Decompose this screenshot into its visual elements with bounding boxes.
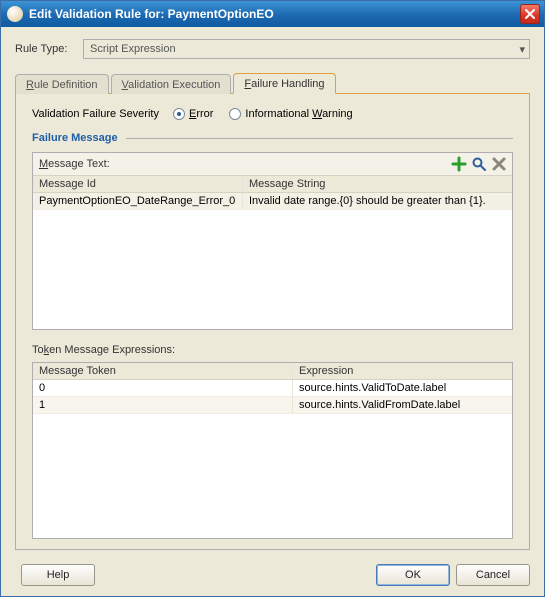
table-row[interactable]: 0 source.hints.ValidToDate.label (33, 380, 512, 397)
cell-message-string: Invalid date range.{0} should be greater… (243, 193, 512, 209)
rule-type-select[interactable]: Script Expression ▾ (83, 39, 530, 59)
tab-body: Validation Failure Severity Error Inform… (15, 93, 530, 550)
button-bar: Help OK Cancel (15, 558, 530, 586)
delete-icon (491, 156, 507, 172)
radio-warning[interactable]: Informational Warning (229, 108, 352, 120)
close-button[interactable] (520, 4, 540, 24)
table-row[interactable]: 1 source.hints.ValidFromDate.label (33, 397, 512, 414)
tabs: Rule Definition Validation Execution Fai… (15, 73, 530, 93)
cell-message-id: PaymentOptionEO_DateRange_Error_0 (33, 193, 243, 209)
message-toolbar: Message Text: (33, 153, 512, 176)
token-table: Message Token Expression 0 source.hints.… (32, 362, 513, 540)
ok-button[interactable]: OK (376, 564, 450, 586)
chevron-down-icon: ▾ (519, 43, 525, 56)
severity-label: Validation Failure Severity (32, 108, 159, 120)
radio-dot-icon (173, 108, 185, 120)
cancel-button[interactable]: Cancel (456, 564, 530, 586)
radio-error[interactable]: Error (173, 108, 213, 120)
close-icon (525, 9, 535, 19)
message-text-label: Message Text: (39, 158, 448, 170)
rule-type-value: Script Expression (90, 43, 176, 55)
tab-validation-execution[interactable]: Validation Execution (111, 74, 232, 94)
col-message-id[interactable]: Message Id (33, 176, 243, 192)
add-message-button[interactable] (450, 155, 468, 173)
dialog-content: Rule Type: Script Expression ▾ Rule Defi… (1, 27, 544, 596)
tab-rule-definition[interactable]: Rule Definition (15, 74, 109, 94)
delete-message-button[interactable] (490, 155, 508, 173)
add-icon (451, 156, 467, 172)
cell-expr: source.hints.ValidToDate.label (293, 380, 512, 396)
severity-row: Validation Failure Severity Error Inform… (32, 108, 513, 120)
cell-token: 0 (33, 380, 293, 396)
rule-type-label: Rule Type: (15, 43, 83, 55)
table-row[interactable]: PaymentOptionEO_DateRange_Error_0 Invali… (33, 193, 512, 210)
search-message-button[interactable] (470, 155, 488, 173)
token-table-body: 0 source.hints.ValidToDate.label 1 sourc… (33, 380, 512, 539)
col-message-string[interactable]: Message String (243, 176, 512, 192)
token-table-header: Message Token Expression (33, 363, 512, 380)
app-icon (7, 6, 23, 22)
message-table: Message Text: Message Id Message String … (32, 152, 513, 330)
title-bar: Edit Validation Rule for: PaymentOptionE… (1, 1, 544, 27)
rule-type-row: Rule Type: Script Expression ▾ (15, 39, 530, 59)
search-icon (471, 156, 487, 172)
failure-message-group: Failure Message (32, 132, 513, 144)
cell-expr: source.hints.ValidFromDate.label (293, 397, 512, 413)
message-table-body: PaymentOptionEO_DateRange_Error_0 Invali… (33, 193, 512, 329)
tab-failure-handling[interactable]: Failure Handling (233, 73, 335, 94)
radio-dot-icon (229, 108, 241, 120)
cell-token: 1 (33, 397, 293, 413)
col-expression[interactable]: Expression (293, 363, 512, 379)
message-table-header: Message Id Message String (33, 176, 512, 193)
window-title: Edit Validation Rule for: PaymentOptionE… (29, 7, 520, 21)
token-expressions-label: Token Message Expressions: (32, 344, 513, 356)
col-message-token[interactable]: Message Token (33, 363, 293, 379)
help-button[interactable]: Help (21, 564, 95, 586)
